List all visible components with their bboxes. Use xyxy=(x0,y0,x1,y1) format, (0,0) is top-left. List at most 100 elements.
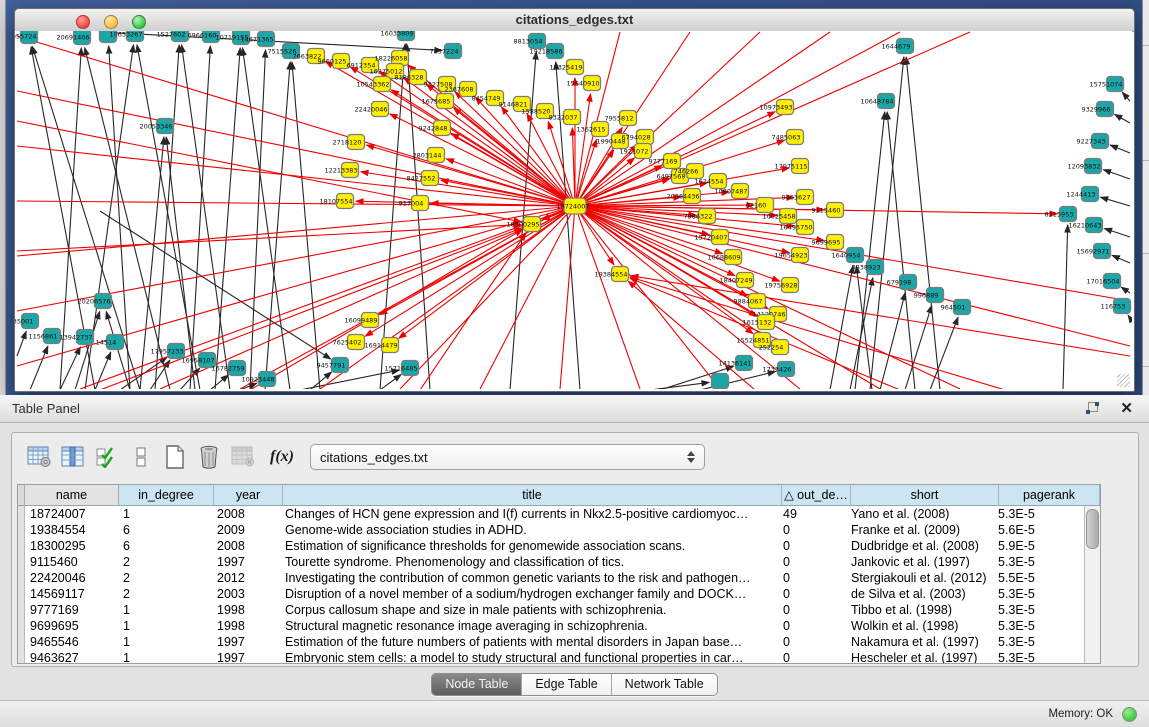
table-row[interactable]: 1456911722003Disruption of a novel membe… xyxy=(18,586,1085,602)
table-cell[interactable]: Changes of HCN gene expression and I(f) … xyxy=(280,506,778,522)
new-file-icon[interactable] xyxy=(160,442,190,472)
graph-node[interactable]: 17975115 xyxy=(774,159,808,174)
function-builder-icon[interactable]: f(x) xyxy=(270,448,294,466)
table-cell[interactable]: Investigating the contribution of common… xyxy=(280,570,778,586)
table-cell[interactable]: Yano et al. (2008) xyxy=(846,506,993,522)
table-row[interactable]: 1830029562008Estimation of significance … xyxy=(18,538,1085,554)
table-row[interactable]: 977716911998Corpus callosum shape and si… xyxy=(18,602,1085,618)
graph-node[interactable]: 17016504 xyxy=(1086,274,1120,289)
graph-node[interactable]: 20691406 xyxy=(56,31,90,45)
table-row[interactable]: 969969511998Structural magnetic resonanc… xyxy=(18,618,1085,634)
graph-node[interactable]: 679198 xyxy=(887,275,917,290)
table-row[interactable]: 911546021997Tourette syndrome. Phenomeno… xyxy=(18,554,1085,570)
column-header-title[interactable]: title xyxy=(283,485,782,505)
table-cell[interactable]: 2008 xyxy=(212,538,280,554)
graph-node[interactable]: 12213383 xyxy=(324,163,358,178)
table-cell[interactable]: 22420046 xyxy=(25,570,118,586)
graph-node[interactable]: 8813054 xyxy=(514,34,546,49)
column-header-name[interactable]: name xyxy=(25,485,119,505)
graph-node[interactable]: 135001 xyxy=(15,314,39,329)
graph-node[interactable]: 1244413 xyxy=(1067,187,1099,202)
table-cell[interactable]: 5.3E-5 xyxy=(993,586,1093,602)
table-cell[interactable]: 1 xyxy=(118,650,212,663)
graph-node[interactable]: 16914479 xyxy=(364,338,398,353)
window-resize-grip[interactable] xyxy=(1117,374,1130,387)
table-cell[interactable]: Genome-wide association studies in ADHD. xyxy=(280,522,778,538)
graph-node[interactable]: 20364436 xyxy=(666,189,700,204)
table-cell[interactable]: 1997 xyxy=(212,634,280,650)
table-cell[interactable]: Estimation of significance thresholds fo… xyxy=(280,538,778,554)
table-cell[interactable]: 5.3E-5 xyxy=(993,506,1093,522)
graph-node[interactable]: 19654923 xyxy=(774,248,808,263)
graph-node[interactable]: 116753 xyxy=(1101,299,1131,314)
table-row[interactable]: 2242004622012Investigating the contribut… xyxy=(18,570,1085,586)
table-cell[interactable]: 0 xyxy=(778,586,846,602)
graph-node[interactable]: 7857224 xyxy=(430,44,462,59)
table-cell[interactable]: 2009 xyxy=(212,522,280,538)
tab-network-table[interactable]: Network Table xyxy=(611,674,717,695)
graph-node[interactable]: 15751074 xyxy=(1089,77,1123,92)
graph-node[interactable] xyxy=(712,374,729,389)
table-cell[interactable]: Dudbridge et al. (2008) xyxy=(846,538,993,554)
table-cell[interactable]: 9115460 xyxy=(25,554,118,570)
network-graph-svg[interactable]: 1405572420691406106532671527602696616010… xyxy=(15,31,1132,389)
table-cell[interactable]: Embryonic stem cells: a model to study s… xyxy=(280,650,778,663)
graph-node[interactable]: 19384554 xyxy=(594,267,628,282)
graph-node[interactable]: 10688609 xyxy=(707,250,741,265)
graph-node[interactable]: 15640910 xyxy=(566,76,600,91)
table-cell[interactable]: 0 xyxy=(778,618,846,634)
table-cell[interactable]: Nakamura et al. (1997) xyxy=(846,634,993,650)
graph-node[interactable]: 62160 xyxy=(746,198,774,213)
table-cell[interactable]: 6 xyxy=(118,522,212,538)
graph-node[interactable]: 15720407 xyxy=(694,230,728,245)
graph-node[interactable]: 17957233 xyxy=(150,344,184,359)
graph-node[interactable]: 10923448 xyxy=(241,372,275,387)
table-cell[interactable]: 18300295 xyxy=(25,538,118,554)
table-selector-dropdown[interactable]: citations_edges.txt xyxy=(310,444,705,470)
table-cell[interactable]: 0 xyxy=(778,634,846,650)
graph-node[interactable]: 9463627 xyxy=(782,190,814,205)
clear-selection-icon[interactable] xyxy=(126,442,156,472)
table-settings-icon[interactable] xyxy=(24,442,54,472)
graph-node[interactable]: 19756928 xyxy=(764,278,798,293)
table-cell[interactable]: Tourette syndrome. Phenomenology and cla… xyxy=(280,554,778,570)
float-panel-icon[interactable] xyxy=(1085,402,1100,416)
delete-table-icon[interactable] xyxy=(228,442,258,472)
table-cell[interactable]: 5.3E-5 xyxy=(993,554,1093,570)
table-cell[interactable]: 5.3E-5 xyxy=(993,602,1093,618)
table-cell[interactable]: 5.3E-5 xyxy=(993,618,1093,634)
select-all-icon[interactable] xyxy=(92,442,122,472)
graph-node[interactable]: 964501 xyxy=(941,300,971,315)
table-row[interactable]: 1938455462009Genome-wide association stu… xyxy=(18,522,1085,538)
table-cell[interactable]: Jankovic et al. (1997) xyxy=(846,554,993,570)
table-cell[interactable]: 5.5E-5 xyxy=(993,570,1093,586)
table-cell[interactable]: Stergiakouli et al. (2012) xyxy=(846,570,993,586)
table-cell[interactable]: 0 xyxy=(778,522,846,538)
tab-edge-table[interactable]: Edge Table xyxy=(521,674,610,695)
table-cell[interactable]: 0 xyxy=(778,554,846,570)
table-cell[interactable]: 1998 xyxy=(212,618,280,634)
column-header-pagerank[interactable]: pagerank xyxy=(999,485,1100,505)
graph-node[interactable]: 9227343 xyxy=(1077,134,1109,149)
graph-node[interactable]: 16033809 xyxy=(380,31,414,41)
table-cell[interactable]: Hescheler et al. (1997) xyxy=(846,650,993,663)
table-cell[interactable]: 0 xyxy=(778,602,846,618)
graph-node[interactable]: 7625402 xyxy=(333,335,365,350)
graph-node[interactable]: 20053346 xyxy=(139,119,173,134)
graph-node[interactable]: 10543362 xyxy=(356,77,390,92)
table-cell[interactable]: 5.3E-5 xyxy=(993,634,1093,650)
tab-node-table[interactable]: Node Table xyxy=(432,674,521,695)
delete-icon[interactable] xyxy=(194,442,224,472)
table-cell[interactable]: Disruption of a novel member of a sodium… xyxy=(280,586,778,602)
graph-node[interactable]: 15325419 xyxy=(549,60,583,75)
table-cell[interactable]: 1997 xyxy=(212,554,280,570)
table-cell[interactable]: 5.3E-5 xyxy=(993,650,1093,663)
table-cell[interactable]: 1997 xyxy=(212,650,280,663)
graph-node[interactable]: 7485063 xyxy=(772,130,804,145)
network-canvas[interactable]: 1405572420691406106532671527602696616010… xyxy=(15,31,1132,389)
column-header-short[interactable]: short xyxy=(851,485,999,505)
graph-node[interactable]: 1733426 xyxy=(763,362,795,377)
table-cell[interactable]: 1 xyxy=(118,634,212,650)
graph-node[interactable]: 8215953 xyxy=(1045,207,1077,222)
graph-node[interactable]: 2718120 xyxy=(333,135,365,150)
